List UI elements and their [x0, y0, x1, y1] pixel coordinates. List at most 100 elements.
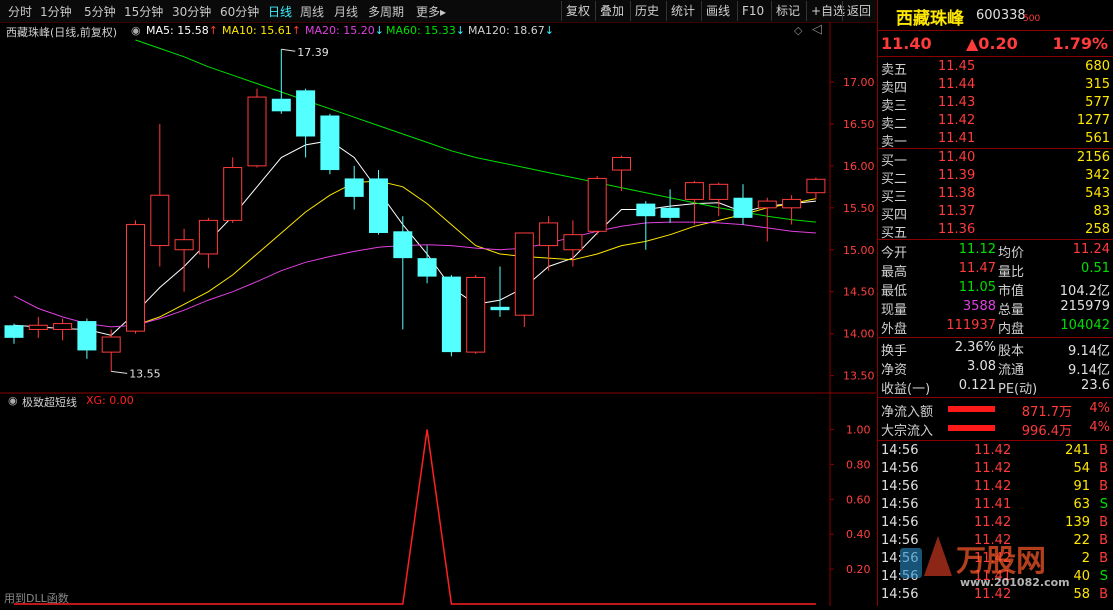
kline-chart[interactable]: 17.00 16.50 16.00 15.50 15.00 14.50 14.00 13.50…	[0, 22, 876, 394]
bid-row[interactable]: 买一 11.40 2156	[878, 150, 1113, 169]
ask-price: 11.44	[938, 77, 976, 92]
tick-row: 14:56 11.41 63 S	[878, 497, 1113, 515]
indicator-chart[interactable]: 1.00 0.80 0.60 0.40 0.20 ◉ 极致超短线 XG: 0.00 用到…	[0, 394, 876, 606]
period-tab-5min[interactable]: 5分钟	[84, 3, 116, 20]
period-tab-1min[interactable]: 1分钟	[40, 3, 72, 20]
flow-pct: 4%	[1089, 401, 1110, 416]
divider	[878, 148, 1113, 149]
period-toolbar: 分时 1分钟 5分钟 15分钟 30分钟 60分钟 日线 周线 月线 多周期 更…	[0, 0, 876, 23]
ask-price: 11.41	[938, 131, 976, 146]
candle	[77, 318, 97, 359]
candle-body	[441, 276, 461, 353]
stat-value: 0.51	[1081, 261, 1110, 276]
ask-row[interactable]: 卖三 11.43 577	[878, 95, 1113, 114]
fundamental-label: 流通	[998, 363, 1025, 378]
candle	[393, 216, 413, 330]
ask-volume: 577	[1085, 95, 1110, 110]
price-change: ▲0.20	[966, 34, 1018, 53]
period-tab-multi[interactable]: 多周期	[368, 3, 404, 20]
bid-price: 11.37	[938, 204, 976, 219]
bid-row[interactable]: 买二 11.39 342	[878, 168, 1113, 187]
ask-volume: 1277	[1076, 113, 1110, 128]
back-button[interactable]: 返回	[842, 1, 875, 21]
stat-value: 11.12	[958, 242, 996, 257]
f10-button[interactable]: F10	[737, 1, 768, 21]
tick-time: 14:56	[881, 497, 919, 512]
period-tab-weekly[interactable]: 周线	[300, 3, 324, 20]
candle	[490, 266, 510, 317]
ma5-legend: MA5: 15.58↑	[146, 24, 218, 37]
settings-circle-icon[interactable]: ◉	[131, 24, 141, 37]
y-tick-label: 0.20	[846, 563, 871, 576]
money-flow-row: 净流入额 871.7万 4%	[878, 401, 1113, 420]
ask-price: 11.43	[938, 95, 976, 110]
adjust-button[interactable]: 复权	[561, 1, 594, 21]
candle-body	[101, 336, 121, 353]
candle-body	[369, 178, 388, 233]
divider	[878, 30, 1113, 31]
ask-row[interactable]: 卖四 11.44 315	[878, 77, 1113, 96]
bid-price: 11.40	[938, 150, 976, 165]
flow-bar	[948, 406, 995, 412]
tick-price: 11.42	[974, 461, 1012, 476]
period-tab-60min[interactable]: 60分钟	[220, 3, 259, 20]
collapse-icon[interactable]: ◁	[812, 22, 822, 37]
flow-bar	[948, 425, 995, 431]
ask-level-label: 卖三	[881, 99, 908, 114]
stats-row: 最低 11.05 市值 104.2亿	[878, 280, 1113, 299]
ask-row[interactable]: 卖一 11.41 561	[878, 131, 1113, 150]
indicator-svg: 1.00 0.80 0.60 0.40 0.20	[14, 394, 871, 606]
draw-line-button[interactable]: 画线	[701, 1, 734, 21]
ask-row[interactable]: 卖二 11.42 1277	[878, 113, 1113, 132]
candle-body	[53, 323, 73, 330]
history-button[interactable]: 历史	[630, 1, 663, 21]
candle	[806, 177, 826, 200]
bid-row[interactable]: 买五 11.36 258	[878, 222, 1113, 241]
candle	[126, 220, 145, 334]
period-tab-more[interactable]: 更多▸	[416, 3, 446, 20]
ask-row[interactable]: 卖五 11.45 680	[878, 59, 1113, 78]
candle	[344, 165, 364, 210]
stat-value: 11.24	[1072, 242, 1110, 257]
y-tick-label: 13.50	[843, 370, 875, 383]
period-tab-timeshare[interactable]: 分时	[8, 3, 32, 20]
bid-row[interactable]: 买三 11.38 543	[878, 186, 1113, 205]
overlay-button[interactable]: 叠加	[595, 1, 628, 21]
stat-label: 内盘	[998, 322, 1025, 337]
y-tick-label: 15.00	[843, 244, 875, 257]
fundamental-value: 0.121	[958, 378, 996, 393]
period-tab-monthly[interactable]: 月线	[334, 3, 358, 20]
candle	[223, 157, 243, 223]
candle-body	[806, 178, 826, 194]
stat-label: 市值	[998, 284, 1025, 299]
stat-value: 3588	[962, 299, 996, 314]
candle-body	[247, 96, 267, 167]
candle	[709, 182, 729, 217]
up-arrow-icon: ↑	[208, 24, 218, 37]
period-tab-15min[interactable]: 15分钟	[124, 3, 163, 20]
bid-row[interactable]: 买四 11.37 83	[878, 204, 1113, 223]
mark-button[interactable]: 标记	[771, 1, 804, 21]
flow-label: 大宗流入	[881, 424, 934, 439]
statistics-button[interactable]: 统计	[666, 1, 699, 21]
stat-label: 总量	[998, 303, 1025, 318]
divider	[878, 397, 1113, 398]
bid-price: 11.36	[938, 222, 976, 237]
candle-body	[198, 219, 218, 255]
more-label: 更多	[416, 5, 441, 19]
period-tab-30min[interactable]: 30分钟	[172, 3, 211, 20]
high-label: 17.39	[297, 46, 329, 59]
ma120-label: MA120: 18.67	[468, 24, 545, 37]
tick-price: 11.41	[974, 497, 1012, 512]
ask-level-label: 卖四	[881, 81, 908, 96]
stock-code: 600338	[976, 8, 1026, 23]
period-tab-daily[interactable]: 日线	[268, 3, 292, 20]
diamond-icon[interactable]: ◇	[794, 24, 802, 37]
settings-circle-icon[interactable]: ◉	[8, 394, 18, 407]
candle-body	[587, 177, 607, 232]
ask-volume: 561	[1085, 131, 1110, 146]
tick-price: 11.42	[974, 479, 1012, 494]
fundamental-row: 净资 3.08 流通 9.14亿	[878, 359, 1113, 378]
candle	[296, 88, 316, 158]
tick-volume: 63	[1073, 497, 1090, 512]
